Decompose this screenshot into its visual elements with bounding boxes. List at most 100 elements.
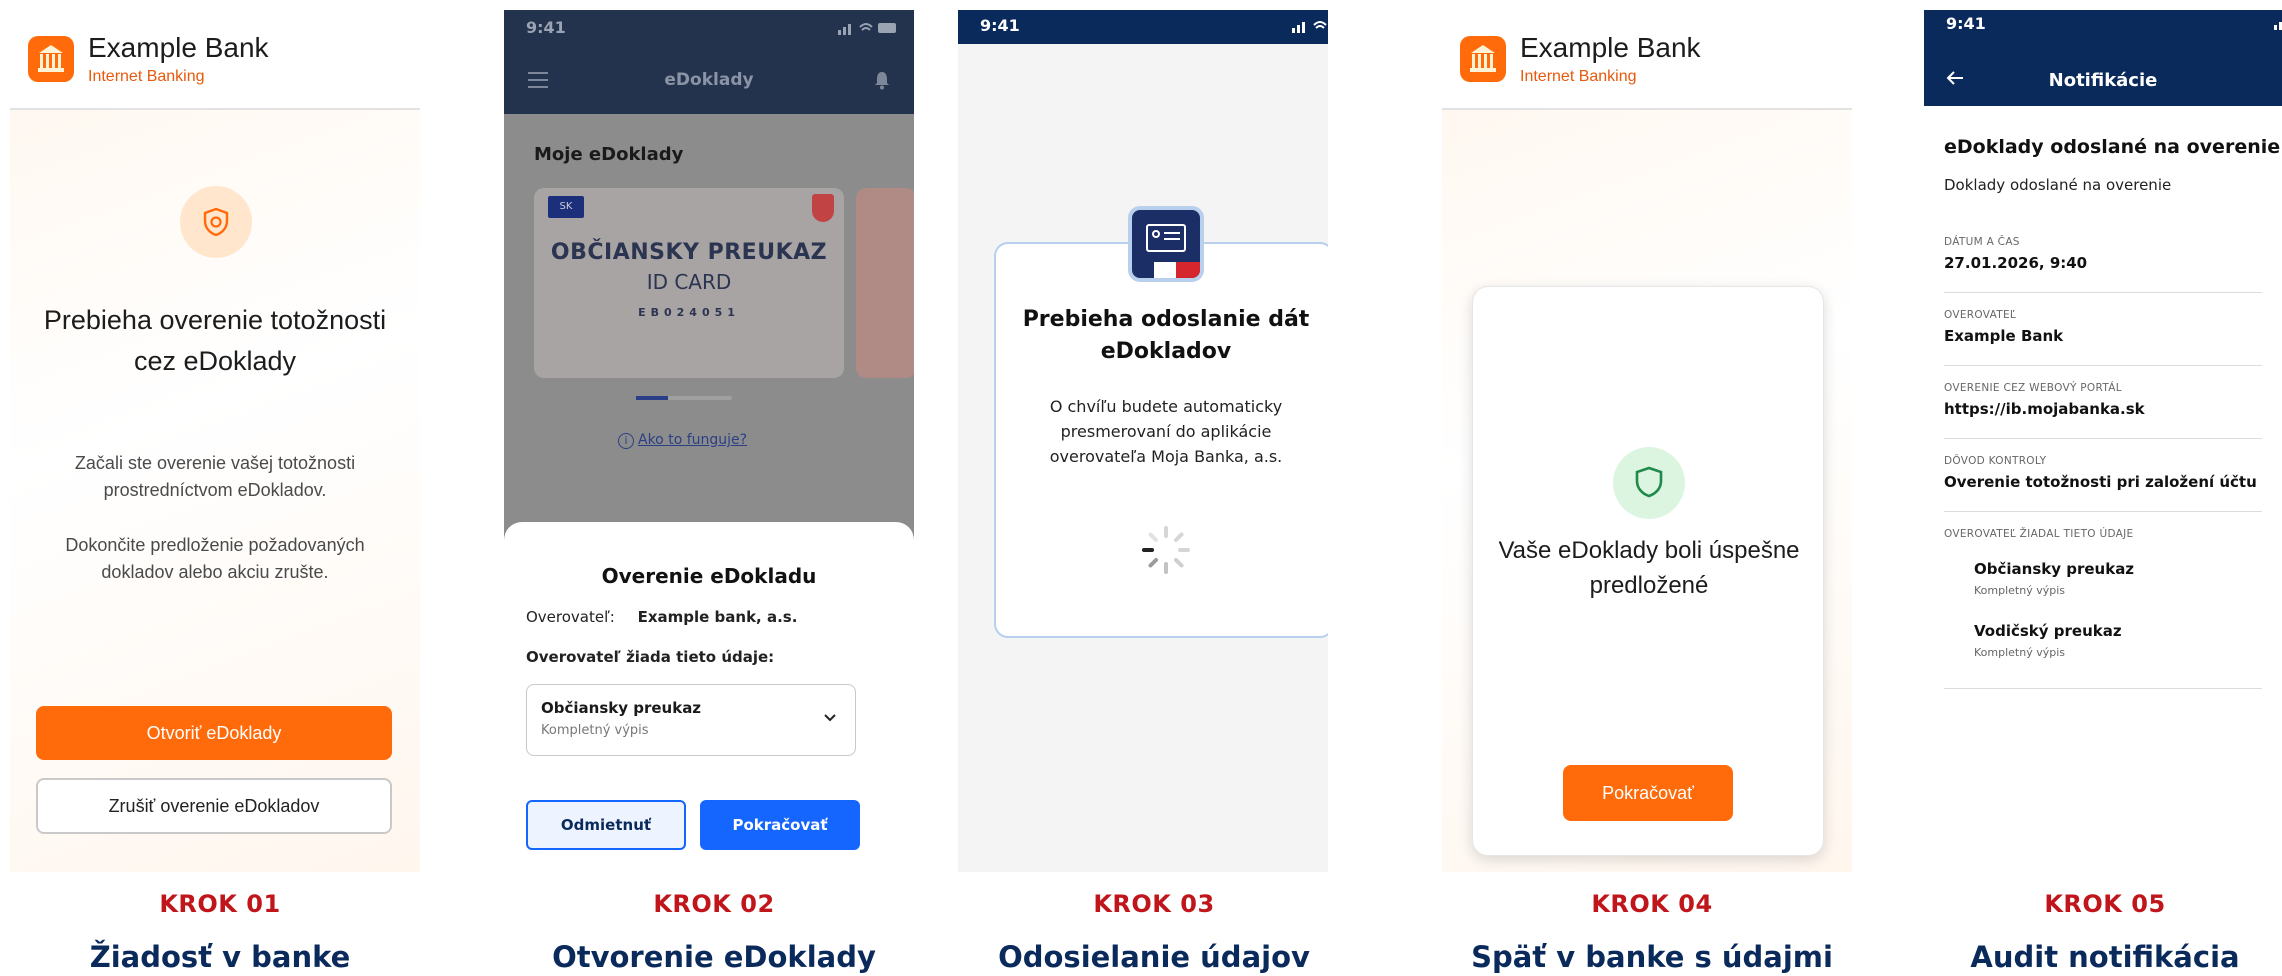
requested-document-select[interactable]: Občiansky preukaz Kompletný výpis [526,684,856,756]
sending-card: Prebieha odoslanie dát eDokladov O chvíľ… [994,242,1328,638]
instruction-paragraph: Dokončite predloženie požadovaných dokla… [65,535,365,582]
bank-logo-icon [28,36,74,82]
nav-title: eDoklady [664,70,754,90]
field-label: OVEROVATEĽ ŽIADAL TIETO ÚDAJE [1944,528,2134,540]
bank-name: Example Bank [1520,32,1701,63]
next-card-peek[interactable] [856,188,914,378]
nav-title: Notifikácie [2048,70,2158,91]
date-field: DÁTUM A ČAS 27.01.2026, 9:40 [1944,236,2262,272]
verifier-value: Example bank, a.s. [637,608,798,626]
step-2-screen: 9:41 eDoklady Moje eDoklady SK OBČIANSKY… [504,10,914,872]
carousel-indicator [636,396,732,400]
field-label: DÁTUM A ČAS [1944,236,2020,248]
bank-header: Example Bank Internet Banking [1442,10,1852,110]
success-title: Vaše eDoklady boli úspešne predložené [1498,537,1800,599]
divider [1944,688,2262,689]
step-title: Otvorenie eDoklady [552,940,876,974]
reject-button[interactable]: Odmietnuť [526,800,686,850]
status-time: 9:41 [980,16,1020,35]
status-bar: 9:41 [958,10,1328,44]
bank-header: Example Bank Internet Banking [10,10,420,110]
requested-document-item: Občiansky preukaz Kompletný výpis [1974,560,2134,597]
success-card: Vaše eDoklady boli úspešne predložené Po… [1472,286,1824,856]
verifier-label: Overovateľ: [526,608,615,626]
divider [1944,511,2262,512]
card-title: OBČIANSKY PREUKAZ [550,240,828,265]
bank-subtitle: Internet Banking [88,68,205,85]
main-content: Vaše eDoklady boli úspešne predložené Po… [1442,110,1852,872]
step-title: Žiadosť v banke [89,940,351,974]
doc-desc: Kompletný výpis [541,723,649,738]
verification-sheet: Overenie eDokladu Overovateľ: Example ba… [504,522,914,872]
field-value: 27.01.2026, 9:40 [1944,254,2088,272]
page-title: Prebieha overenie totožnosti cez eDoklad… [43,305,387,376]
step-4-screen: Example Bank Internet Banking Vaše eDokl… [1442,10,1852,872]
requested-document-item: Vodičský preukaz Kompletný výpis [1974,622,2122,659]
requested-data-label: OVEROVATEĽ ŽIADAL TIETO ÚDAJE [1944,528,2262,540]
notification-subtitle: Doklady odoslané na overenie [1944,176,2172,194]
step-2: 9:41 eDoklady Moje eDoklady SK OBČIANSKY… [494,0,914,976]
chevron-down-icon [824,714,836,722]
document-desc: Kompletný výpis [1974,584,2065,597]
edoklady-app-icon [1128,206,1204,282]
redirect-text: O chvíľu budete automaticky presmerovaní… [1049,397,1283,466]
notification-detail: eDoklady odoslané na overenie Doklady od… [1924,106,2282,872]
step-number: KROK 03 [1093,890,1215,918]
step-5-screen: 9:41 Notifikácie eDoklady odoslané na ov… [1924,10,2282,872]
cancel-verification-button[interactable]: Zrušiť overenie eDokladov [36,778,392,834]
continue-button[interactable]: Pokračovať [700,800,860,850]
field-value: Example Bank [1944,327,2064,345]
shield-icon [180,186,252,258]
status-time: 9:41 [1946,14,1986,33]
card-number: EB024051 [638,306,740,319]
step-title: Audit notifikácia [1970,940,2240,974]
document-title: Občiansky preukaz [1974,560,2135,578]
bank-name: Example Bank [88,32,269,63]
field-label: OVERENIE CEZ WEBOVÝ PORTÁL [1944,382,2122,394]
document-title: Vodičský preukaz [1974,622,2122,640]
step-number: KROK 01 [159,890,281,918]
step-title: Odosielanie údajov [998,940,1310,974]
step-number: KROK 04 [1591,890,1713,918]
divider [1944,438,2262,439]
divider [1944,365,2262,366]
step-number: KROK 05 [2044,890,2166,918]
sending-title: Prebieha odoslanie dát eDokladov [1022,307,1310,364]
bank-logo-icon [1460,36,1506,82]
open-edoklady-button[interactable]: Otvoriť eDoklady [36,706,392,760]
document-desc: Kompletný výpis [1974,646,2065,659]
card-country-badge: SK [548,196,584,218]
step-title: Späť v banke s údajmi [1471,940,1833,974]
help-link-label: Ako to funguje? [638,432,748,448]
bank-subtitle: Internet Banking [1520,68,1637,85]
step-number: KROK 02 [653,890,775,918]
info-paragraph: Začali ste overenie vašej totožnosti pro… [74,453,356,500]
continue-button[interactable]: Pokračovať [1563,765,1733,821]
id-card[interactable]: SK OBČIANSKY PREUKAZ ID CARD EB024051 [534,188,844,378]
reason-field: DÔVOD KONTROLY Overenie totožnosti pri z… [1944,455,2262,491]
sheet-title: Overenie eDokladu [601,564,817,588]
main-content: Prebieha overenie totožnosti cez eDoklad… [10,110,420,872]
portal-field: OVERENIE CEZ WEBOVÝ PORTÁL https://ib.mo… [1944,382,2262,418]
field-value: https://ib.mojabanka.sk [1944,400,2145,418]
app-header: 9:41 Notifikácie [1924,10,2282,106]
requests-label: Overovateľ žiada tieto údaje: [526,648,775,666]
status-icons [1292,21,1327,33]
field-label: DÔVOD KONTROLY [1944,455,2047,467]
status-icons [2274,22,2282,30]
step-4: Example Bank Internet Banking Vaše eDokl… [1432,0,1852,976]
verifier-row: Overovateľ: Example bank, a.s. [526,608,797,626]
field-label: OVEROVATEĽ [1944,309,2017,321]
status-bar: 9:41 [504,10,914,50]
step-1-screen: Example Bank Internet Banking Prebieha o… [10,10,420,872]
doc-title: Občiansky preukaz [541,699,702,717]
verifier-field: OVEROVATEĽ Example Bank [1944,309,2262,345]
bell-icon[interactable] [874,70,890,90]
help-link[interactable]: i Ako to funguje? [618,432,747,449]
status-time: 9:41 [526,18,566,37]
info-icon: i [618,433,634,449]
success-shield-icon [1613,447,1685,519]
card-subtitle: ID CARD [646,270,732,294]
status-icons [838,23,896,35]
step-1: Example Bank Internet Banking Prebieha o… [0,0,420,976]
